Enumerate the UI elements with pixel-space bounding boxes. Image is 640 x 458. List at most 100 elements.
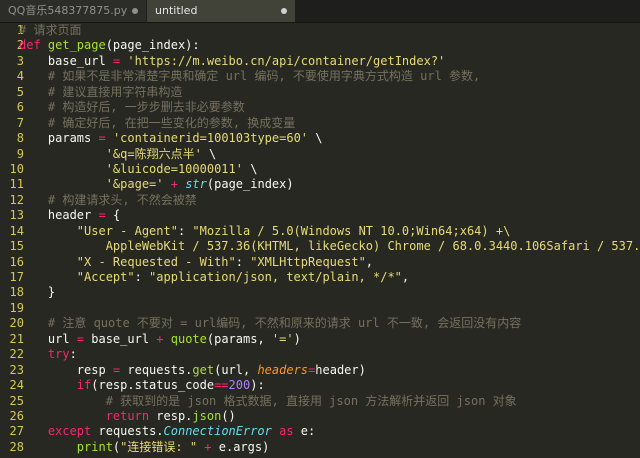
code-token: '&luicode=10000011': [105, 161, 243, 176]
tab-qq-music-file[interactable]: QQ音乐548377875.py: [0, 0, 146, 22]
code-token: {: [105, 208, 121, 223]
line-source: print("连接错误: " + e.args): [19, 439, 270, 455]
code-line: 5 # 建议直接用字符串构造: [0, 85, 640, 100]
code-token: def: [19, 38, 48, 53]
line-source: resp = requests.get(url, headers=header): [19, 363, 366, 378]
line-source: header = {: [19, 208, 120, 223]
line-source: "X - Requested - With": "XMLHttpRequest"…: [19, 255, 373, 270]
code-token: quote: [170, 331, 207, 346]
code-token: =: [98, 208, 106, 223]
code-line: 25 # 获取到的是 json 格式数据, 直接用 json 方法解析并返回 j…: [0, 394, 640, 409]
code-token: ): [293, 331, 301, 346]
code-token: # 确定好后, 在把一些变化的参数, 换成变量: [19, 115, 296, 130]
code-token: header): [315, 362, 366, 377]
line-source: # 注意 quote 不要对 = url编码, 不然和原来的请求 url 不一致…: [19, 316, 521, 331]
line-source: # 获取到的是 json 格式数据, 直接用 json 方法解析并返回 json…: [19, 394, 517, 409]
code-token: # 获取到的是 json 格式数据, 直接用 json 方法解析并返回 json…: [19, 393, 517, 408]
line-source: '&q=陈翔六点半' \: [19, 146, 217, 162]
line-source: "User - Agent": "Mozilla / 5.0(Windows N…: [19, 224, 511, 239]
code-token: "连接错误: ": [120, 439, 198, 454]
line-source: if(resp.status_code==200):: [19, 378, 265, 393]
code-token: \: [308, 131, 323, 146]
code-line: 4 # 如果不是非常清楚字典和确定 url 编码, 不要使用字典方式构造 url…: [0, 69, 640, 84]
code-line: 24 if(resp.status_code==200):: [0, 378, 640, 393]
line-number: 19: [9, 300, 24, 315]
code-line: 28 print("连接错误: " + e.args): [0, 440, 640, 455]
code-token: "XMLHttpRequest": [250, 254, 366, 269]
code-token: "Accept": [76, 270, 135, 284]
code-token: ,: [401, 270, 410, 284]
code-line: 16 "X - Requested - With": "XMLHttpReque…: [0, 255, 640, 270]
line-source: # 建议直接用字符串构造: [19, 85, 182, 100]
code-token: params: [19, 131, 99, 146]
code-line: 19: [0, 301, 640, 316]
code-token: =: [98, 131, 106, 146]
code-line: 3 base_url = 'https://m.weibo.cn/api/con…: [0, 54, 640, 69]
code-line: 17 "Accept": "application/json, text/pla…: [0, 270, 640, 285]
line-source: "Accept": "application/json, text/plain,…: [19, 270, 409, 285]
tab-untitled[interactable]: untitled: [147, 0, 295, 22]
code-token: resp: [19, 362, 113, 377]
code-token: '&q=陈翔六点半': [105, 146, 202, 161]
code-line: 21 url = base_url + quote(params, '='): [0, 332, 640, 347]
code-token: :: [69, 347, 77, 362]
code-line: 2 def get_page(page_index):: [0, 38, 640, 53]
code-token: print: [76, 439, 113, 454]
code-token: :: [134, 270, 150, 284]
code-token: if: [76, 378, 92, 393]
code-line: 10 '&luicode=10000011' \: [0, 162, 640, 177]
code-token: ):: [250, 378, 265, 393]
code-token: url: [19, 331, 77, 346]
code-line: 20 # 注意 quote 不要对 = url编码, 不然和原来的请求 url …: [0, 316, 640, 331]
code-token: requests.: [91, 424, 164, 439]
tab-close-icon[interactable]: [132, 8, 138, 14]
line-source: AppleWebKit / 537.36(KHTML, likeGecko) C…: [19, 239, 640, 254]
code-token: (url,: [214, 362, 258, 377]
code-token: (page_index):: [105, 38, 200, 53]
tab-label: QQ音乐548377875.py: [8, 4, 128, 17]
code-line: 7 # 确定好后, 在把一些变化的参数, 换成变量: [0, 116, 640, 131]
line-source: # 构建请求头, 不然会被禁: [19, 193, 197, 208]
code-token: 'containerid=100103type=60': [112, 131, 309, 146]
line-source: # 如果不是非常清楚字典和确定 url 编码, 不要使用字典方式构造 url 参…: [19, 69, 480, 84]
code-line: 8 params = 'containerid=100103type=60' \: [0, 131, 640, 146]
line-source: return resp.json(): [19, 409, 236, 424]
code-line: 26 return resp.json(): [0, 409, 640, 424]
code-token: +: [204, 439, 212, 454]
code-token: get: [192, 362, 215, 377]
code-token: resp.: [149, 408, 193, 423]
line-source: except requests.ConnectionError as e:: [19, 424, 315, 439]
code-token: AppleWebKit / 537.36(KHTML, likeGecko) C…: [19, 239, 640, 254]
code-token: }: [19, 285, 56, 300]
code-line: 6 # 构造好后, 一步步删去非必要参数: [0, 100, 640, 115]
code-token: 200: [228, 378, 251, 393]
code-token: :: [235, 254, 251, 269]
code-token: \: [242, 161, 258, 176]
code-token: str: [185, 177, 207, 192]
code-token: get_page: [47, 38, 106, 53]
code-line: 27 except requests.ConnectionError as e:: [0, 424, 640, 439]
editor-window: QQ音乐548377875.py untitled 1 # 请求页面 2 def ge…: [0, 0, 640, 458]
code-token: requests.: [120, 362, 193, 377]
tab-close-icon[interactable]: [281, 8, 287, 14]
code-token: 'https://m.weibo.cn/api/container/getInd…: [127, 53, 446, 68]
tab-label: untitled: [155, 4, 198, 17]
code-token: +: [170, 177, 178, 192]
code-token: ConnectionError: [163, 424, 272, 439]
code-token: as: [279, 424, 294, 439]
code-area[interactable]: 1 # 请求页面 2 def get_page(page_index): 3 base_…: [0, 23, 640, 458]
code-line: 14 "User - Agent": "Mozilla / 5.0(Window…: [0, 224, 640, 239]
code-token: '=': [271, 331, 294, 346]
tab-bar: QQ音乐548377875.py untitled: [0, 0, 640, 23]
